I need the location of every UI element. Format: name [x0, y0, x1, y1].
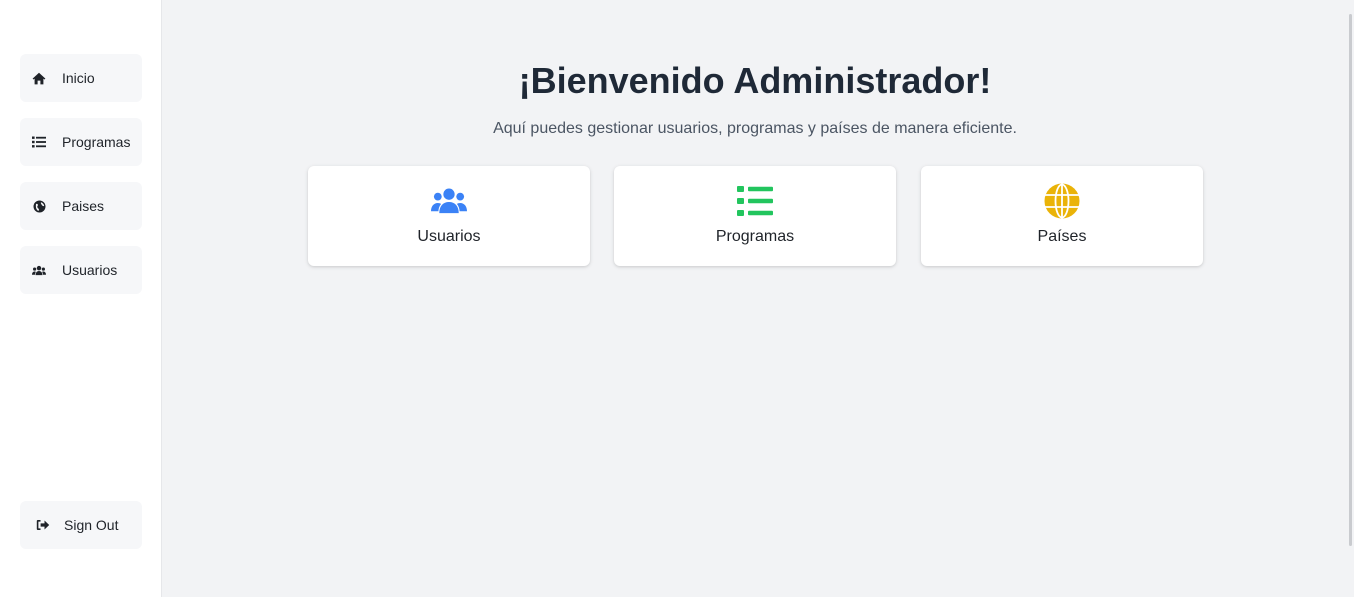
list-icon: [32, 135, 46, 149]
users-icon: [32, 263, 46, 277]
sign-out-icon: [36, 518, 50, 532]
page-subtitle: Aquí puedes gestionar usuarios, programa…: [493, 120, 1017, 137]
globe-icon: [1044, 183, 1080, 219]
card-label: Usuarios: [417, 228, 481, 245]
sidebar-item-label: Usuarios: [62, 262, 118, 278]
app: Inicio Programas Paises Usuarios Sign Ou…: [0, 0, 1354, 597]
list-icon: [737, 184, 773, 218]
sidebar-item-label: Inicio: [62, 70, 95, 86]
sign-out-label: Sign Out: [64, 517, 119, 533]
sidebar-item-usuarios[interactable]: Usuarios: [20, 246, 142, 294]
card-paises[interactable]: Países: [921, 166, 1203, 266]
scrollbar-thumb[interactable]: [1349, 14, 1352, 546]
home-icon: [32, 71, 46, 85]
sidebar-item-inicio[interactable]: Inicio: [20, 54, 142, 102]
card-label: Programas: [715, 228, 795, 245]
users-icon: [431, 184, 467, 218]
sidebar-item-programas[interactable]: Programas: [20, 118, 142, 166]
sidebar-item-paises[interactable]: Paises: [20, 182, 142, 230]
sidebar-item-label: Paises: [62, 198, 105, 214]
main-content: ¡Bienvenido Administrador! Aquí puedes g…: [163, 0, 1347, 597]
card-programas[interactable]: Programas: [614, 166, 896, 266]
card-label: Países: [1037, 228, 1087, 245]
sidebar-item-label: Programas: [62, 134, 131, 150]
card-usuarios[interactable]: Usuarios: [308, 166, 590, 266]
globe-icon: [32, 199, 46, 213]
scrollbar[interactable]: [1347, 0, 1354, 597]
sidebar: Inicio Programas Paises Usuarios Sign Ou…: [0, 0, 162, 597]
sign-out-button[interactable]: Sign Out: [20, 501, 142, 549]
page-title: ¡Bienvenido Administrador!: [518, 60, 992, 101]
